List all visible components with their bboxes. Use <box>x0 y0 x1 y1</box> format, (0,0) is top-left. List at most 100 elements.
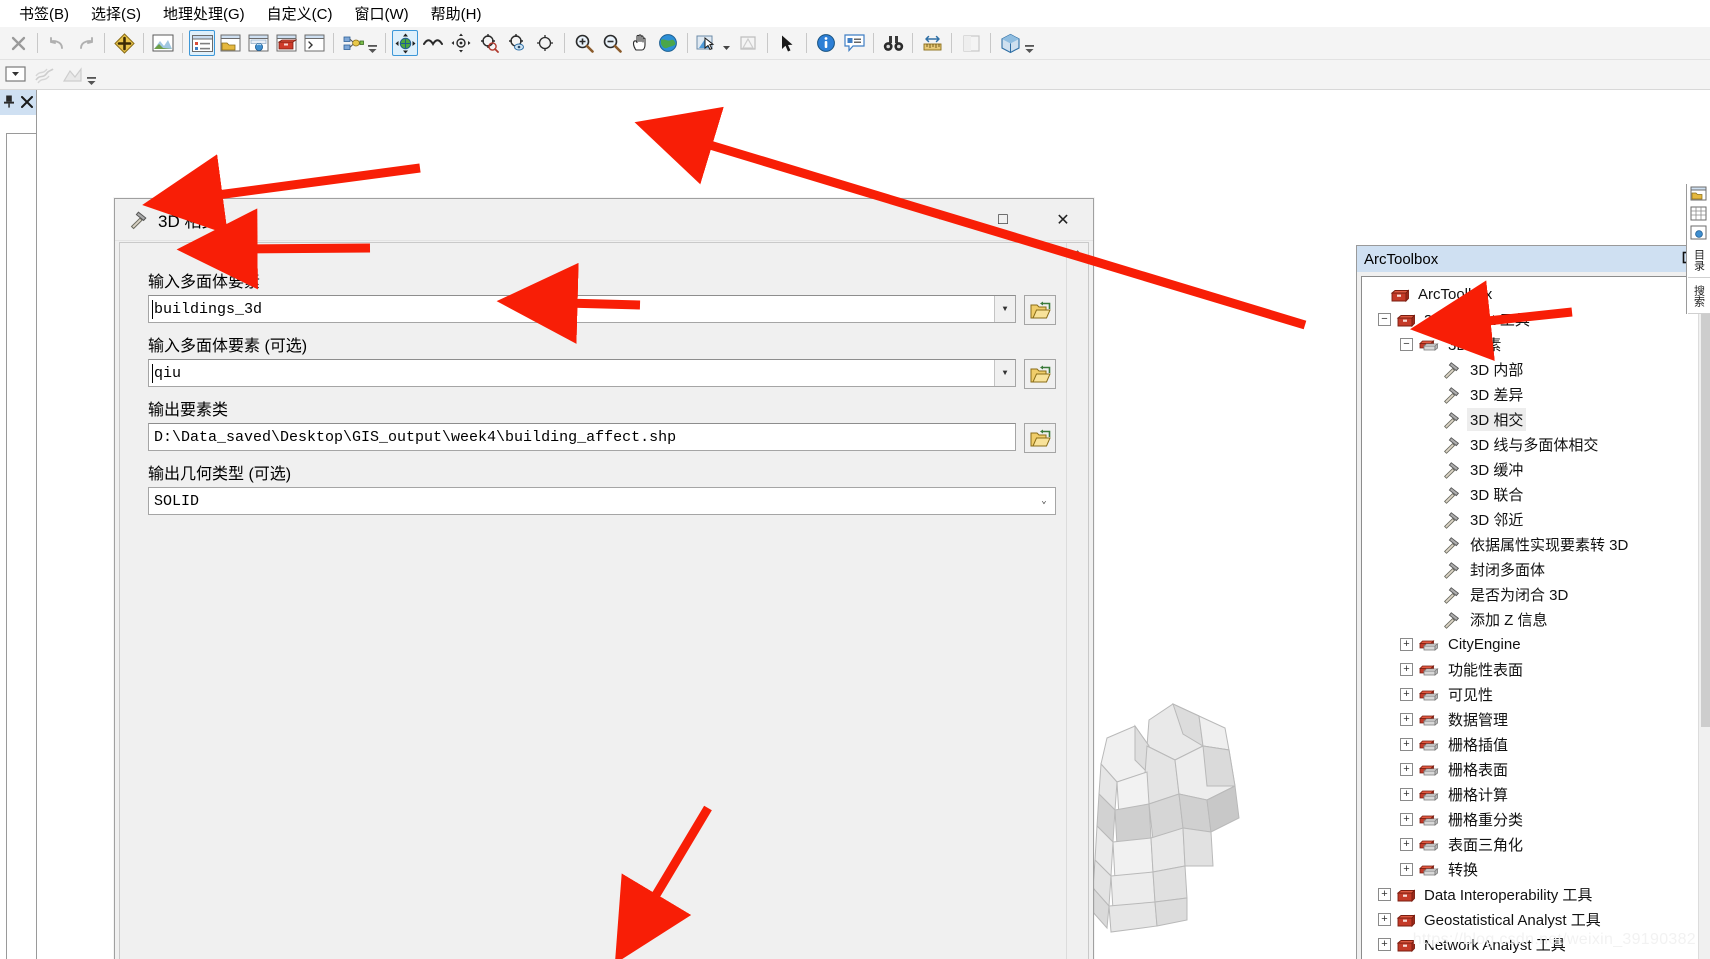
table-of-contents-icon[interactable] <box>189 30 215 56</box>
tree-tool-3d-difference[interactable]: 3D 差异 <box>1362 382 1698 407</box>
tree-visibility[interactable]: + 可见性 <box>1362 682 1698 707</box>
tree-conversion[interactable]: + 转换 <box>1362 857 1698 882</box>
swipe-icon[interactable] <box>958 30 984 56</box>
navigate-3d-icon[interactable] <box>392 30 418 56</box>
menu-bookmarks[interactable]: 书签(B) <box>8 1 80 26</box>
surface-icon[interactable] <box>59 62 85 88</box>
tree-arctoolbox-root[interactable]: ArcToolbox <box>1362 282 1698 307</box>
zoom-target-icon[interactable] <box>504 30 530 56</box>
tree-tool-enclose-multipatch[interactable]: 封闭多面体 <box>1362 557 1698 582</box>
chevron-down-icon[interactable]: ▼ <box>994 296 1015 322</box>
dialog-maximize-button[interactable]: □ <box>973 199 1033 240</box>
toolbar-overflow-icon[interactable] <box>1024 31 1035 55</box>
expand-icon[interactable]: + <box>1400 763 1413 776</box>
redo-icon[interactable] <box>72 30 98 56</box>
browse-output-feature-class-button[interactable] <box>1024 423 1056 453</box>
catalog-icon[interactable] <box>217 30 243 56</box>
expand-icon[interactable]: + <box>1400 863 1413 876</box>
expand-icon[interactable]: + <box>1400 813 1413 826</box>
output-geometry-type[interactable]: SOLID ⌄ <box>148 487 1056 515</box>
table-tab-icon[interactable] <box>1688 204 1710 224</box>
expand-icon[interactable]: + <box>1400 688 1413 701</box>
select-features-icon[interactable] <box>694 30 720 56</box>
dialog-scrollbar[interactable]: ⌃ ⌄ <box>1066 243 1088 959</box>
expand-icon[interactable]: + <box>1400 788 1413 801</box>
collapse-icon[interactable]: − <box>1378 313 1391 326</box>
expand-icon[interactable]: + <box>1400 713 1413 726</box>
dialog-close-button[interactable]: ✕ <box>1033 199 1093 240</box>
tree-tool-3d-inside[interactable]: 3D 内部 <box>1362 357 1698 382</box>
toolbar-overflow-icon[interactable] <box>86 63 97 87</box>
full-extent-globe-icon[interactable] <box>655 30 681 56</box>
expand-icon[interactable]: + <box>1400 738 1413 751</box>
tree-3d-analyst-tools[interactable]: − 3D Analyst 工具 <box>1362 307 1698 332</box>
pan-hand-icon[interactable] <box>627 30 653 56</box>
pin-icon[interactable] <box>3 95 15 110</box>
tree-raster-math[interactable]: + 栅格计算 <box>1362 782 1698 807</box>
scene-properties-icon[interactable] <box>997 30 1023 56</box>
tree-tool-is-closed-3d[interactable]: 是否为闭合 3D <box>1362 582 1698 607</box>
search-window-icon[interactable] <box>245 30 271 56</box>
output-feature-class[interactable]: D:\Data_saved\Desktop\GIS_output\week4\b… <box>148 423 1016 451</box>
tree-tool-3d-intersect[interactable]: 3D 相交 <box>1362 407 1698 432</box>
clear-selection-icon[interactable] <box>735 30 761 56</box>
search-tab-icon[interactable] <box>1688 223 1710 243</box>
zoom-in-icon[interactable] <box>571 30 597 56</box>
tab-label-catalog[interactable]: 目录 <box>1687 243 1710 279</box>
tree-data-management[interactable]: + 数据管理 <box>1362 707 1698 732</box>
tree-raster-surface[interactable]: + 栅格表面 <box>1362 757 1698 782</box>
fly-icon[interactable] <box>420 30 446 56</box>
menu-geoprocessing[interactable]: 地理处理(G) <box>152 1 256 26</box>
expand-icon[interactable]: + <box>1378 938 1391 951</box>
expand-icon[interactable]: + <box>1400 838 1413 851</box>
menu-selection[interactable]: 选择(S) <box>80 1 152 26</box>
select-dropdown-icon[interactable] <box>721 31 732 55</box>
pan-3d-icon[interactable] <box>448 30 474 56</box>
menu-customize[interactable]: 自定义(C) <box>256 1 344 26</box>
tree-cityengine[interactable]: + CityEngine <box>1362 632 1698 657</box>
undo-icon[interactable] <box>44 30 70 56</box>
tree-3d-features[interactable]: − 3D 要素 <box>1362 332 1698 357</box>
tree-tool-3d-near[interactable]: 3D 邻近 <box>1362 507 1698 532</box>
menu-help[interactable]: 帮助(H) <box>420 1 493 26</box>
center-target-icon[interactable] <box>476 30 502 56</box>
tree-raster-reclass[interactable]: + 栅格重分类 <box>1362 807 1698 832</box>
delete-x-icon[interactable] <box>5 30 31 56</box>
arctoolbox-tree[interactable]: ArcToolbox −3D Analyst 工具 −3D 要素 3D 内部 3D 差异… <box>1361 276 1710 959</box>
scroll-thumb[interactable] <box>1701 297 1710 727</box>
toolbar-overflow-icon[interactable] <box>367 31 378 55</box>
tab-label-search[interactable]: 搜索 <box>1687 278 1710 315</box>
dialog-title-bar[interactable]: 3D 相交 − □ ✕ <box>115 199 1093 241</box>
contour-icon[interactable] <box>31 62 57 88</box>
tree-tool-3d-line-multipatch-intersect[interactable]: 3D 线与多面体相交 <box>1362 432 1698 457</box>
catalog-tab-icon[interactable] <box>1688 184 1710 204</box>
close-icon[interactable] <box>21 95 33 110</box>
tree-triangulated-surface[interactable]: + 表面三角化 <box>1362 832 1698 857</box>
python-window-icon[interactable] <box>301 30 327 56</box>
menu-window[interactable]: 窗口(W) <box>344 1 420 26</box>
expand-icon[interactable]: + <box>1378 913 1391 926</box>
arctoolbox-scrollbar[interactable]: ⌃ ⌄ <box>1698 277 1710 959</box>
set-observer-icon[interactable] <box>532 30 558 56</box>
browse-input-multipatch-features-button[interactable] <box>1024 295 1056 325</box>
scene-view-canvas[interactable]: 3D 相交 − □ ✕ 输入多面体要素 buildings_3d ▼ 输入多面体… <box>37 90 1710 959</box>
expand-icon[interactable]: + <box>1378 888 1391 901</box>
expand-icon[interactable]: + <box>1400 663 1413 676</box>
add-data-icon[interactable] <box>111 30 137 56</box>
tree-tool-3d-buffer[interactable]: 3D 缓冲 <box>1362 457 1698 482</box>
map-image-icon[interactable] <box>150 30 176 56</box>
tree-tool-feature-to-3d-by-attribute[interactable]: 依据属性实现要素转 3D <box>1362 532 1698 557</box>
scroll-up-icon[interactable]: ⌃ <box>1067 243 1088 265</box>
browse-input-multipatch-optional-button[interactable] <box>1024 359 1056 389</box>
identify-icon[interactable] <box>813 30 839 56</box>
select-elements-arrow-icon[interactable] <box>774 30 800 56</box>
zoom-out-icon[interactable] <box>599 30 625 56</box>
expand-icon[interactable]: + <box>1400 638 1413 651</box>
tree-raster-interpolation[interactable]: + 栅格插值 <box>1362 732 1698 757</box>
dialog-minimize-button[interactable]: − <box>913 199 973 240</box>
chevron-down-icon[interactable]: ⌄ <box>1033 496 1055 506</box>
input-multipatch-features-optional[interactable]: qiu ▼ <box>148 359 1016 387</box>
find-binoculars-icon[interactable] <box>880 30 906 56</box>
layer-dropdown-icon[interactable] <box>3 62 29 88</box>
collapse-icon[interactable]: − <box>1400 338 1413 351</box>
